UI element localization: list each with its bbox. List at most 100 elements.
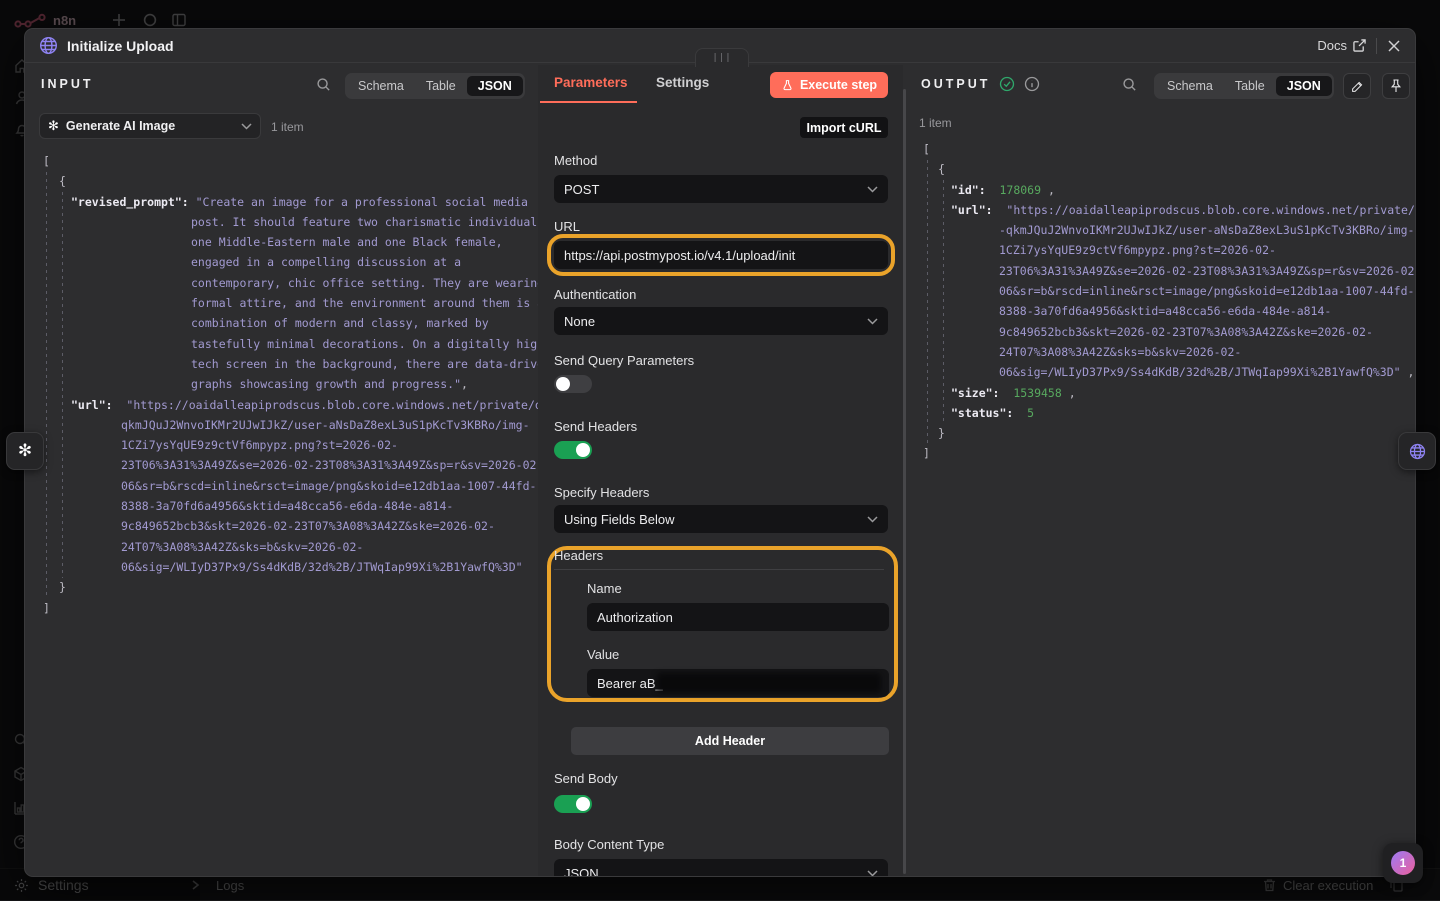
json-line: combination of modern and classy, marked… <box>25 313 538 333</box>
prev-node-openai-button[interactable]: ✻ <box>6 432 44 470</box>
tab-settings[interactable]: Settings <box>656 75 709 90</box>
json-line: -qkmJQuJ2WnvoIKMr2UJwIJkZ/user-aNsDaZ8ex… <box>903 220 1415 240</box>
json-line: graphs showcasing growth and progress.", <box>25 374 538 394</box>
import-curl-label: Import cURL <box>807 121 882 135</box>
json-line: 1CZi7ysYqUE9z9ctVf6mpypz.png?st=2026-02- <box>25 435 538 455</box>
input-panel-label: INPUT <box>41 77 94 91</box>
chevron-down-icon <box>867 186 878 193</box>
json-line: 9c849652bcb3&skt=2026-02-23T07%3A08%3A42… <box>25 516 538 536</box>
json-line: 06&sig=/WLIyD37Px9/Ss4dKdB/32d%2B/JTWqIa… <box>903 362 1415 382</box>
body-content-type-select[interactable]: JSON <box>554 859 888 876</box>
json-line: 9c849652bcb3&skt=2026-02-23T07%3A08%3A42… <box>903 322 1415 342</box>
json-line: { <box>25 171 538 191</box>
url-label: URL <box>554 219 580 234</box>
header-value-input[interactable]: Bearer aB_ <box>587 669 889 697</box>
json-line: 8388-3a70fd6a4956&sktid=a48cca56-e6da-48… <box>25 496 538 516</box>
parameters-panel: Parameters Settings Execute step Import … <box>538 65 903 876</box>
json-line: "size": 1539458 , <box>903 383 1415 403</box>
execute-step-button[interactable]: Execute step <box>770 72 888 98</box>
json-line: 1CZi7ysYqUE9z9ctVf6mpypz.png?st=2026-02- <box>903 240 1415 260</box>
input-tab-schema[interactable]: Schema <box>347 76 415 96</box>
node-count-badge: 1 <box>1391 851 1415 875</box>
json-line: [ <box>903 139 1415 159</box>
import-curl-button[interactable]: Import cURL <box>800 117 888 138</box>
node-details-modal: Initialize Upload Docs ||| INPUT Schema … <box>24 28 1416 877</box>
headers-group-label: Headers <box>554 548 603 563</box>
authentication-label: Authentication <box>554 287 636 302</box>
close-button[interactable] <box>1387 39 1401 53</box>
header-divider <box>1376 38 1377 54</box>
json-line: one Middle-Eastern male and one Black fe… <box>25 232 538 252</box>
json-line: ] <box>903 443 1415 463</box>
json-line: { <box>903 159 1415 179</box>
chevron-down-icon <box>867 318 878 325</box>
body-content-type-label: Body Content Type <box>554 837 664 852</box>
indent-guide <box>46 172 47 598</box>
specify-headers-value: Using Fields Below <box>564 512 675 527</box>
json-line: 24T07%3A08%3A42Z&sks=b&skv=2026-02- <box>903 342 1415 362</box>
json-line: } <box>25 577 538 597</box>
indent-guide <box>62 192 63 578</box>
method-select[interactable]: POST <box>554 175 888 203</box>
http-node-globe-icon <box>39 36 58 55</box>
execute-step-label: Execute step <box>800 78 877 92</box>
json-line: 06&sr=b&rscd=inline&rsct=image/png&skoid… <box>903 281 1415 301</box>
url-input[interactable]: https://api.postmypost.io/v4.1/upload/in… <box>554 241 888 269</box>
node-nav-badge-box[interactable]: 1 <box>1383 843 1423 883</box>
input-panel: INPUT Schema Table JSON ✻ Generate AI Im… <box>25 65 539 876</box>
modal-title: Initialize Upload <box>67 38 174 54</box>
output-panel: OUTPUT Schema Table JSON 1 item [{"id": … <box>903 65 1415 876</box>
output-tab-table[interactable]: Table <box>1224 76 1276 96</box>
next-node-http-button[interactable] <box>1398 432 1436 470</box>
header-value-label: Value <box>587 647 619 662</box>
json-line: } <box>903 423 1415 443</box>
send-body-label: Send Body <box>554 771 618 786</box>
send-query-parameters-label: Send Query Parameters <box>554 353 694 368</box>
json-line: 06&sig=/WLIyD37Px9/Ss4dKdB/32d%2B/JTWqIa… <box>25 557 538 577</box>
redacted-secret-blur <box>657 673 881 693</box>
json-line: "revised_prompt": "Create an image for a… <box>25 192 538 212</box>
header-name-label: Name <box>587 581 622 596</box>
toggle-knob <box>576 797 590 811</box>
authentication-select[interactable]: None <box>554 307 888 335</box>
json-line: engaged in a compelling discussion at a <box>25 252 538 272</box>
header-name-input[interactable]: Authorization <box>587 603 889 631</box>
send-query-parameters-toggle[interactable] <box>554 375 592 393</box>
info-icon[interactable] <box>1024 76 1040 92</box>
json-line: "id": 178069 , <box>903 180 1415 200</box>
input-tab-table[interactable]: Table <box>415 76 467 96</box>
json-line: tastefully minimal decorations. On a dig… <box>25 334 538 354</box>
pin-data-button[interactable] <box>1382 73 1410 99</box>
output-tab-schema[interactable]: Schema <box>1156 76 1224 96</box>
panel-drag-handle[interactable]: ||| <box>695 48 749 67</box>
toggle-knob <box>576 443 590 457</box>
json-line: ] <box>25 598 538 618</box>
headers-divider <box>554 569 884 570</box>
json-line: formal attire, and the environment aroun… <box>25 293 538 313</box>
send-headers-toggle[interactable] <box>554 441 592 459</box>
tab-parameters[interactable]: Parameters <box>554 75 628 90</box>
json-line: "url": "https://oaidalleapiprodscus.blob… <box>25 395 538 415</box>
external-link-icon <box>1353 39 1366 52</box>
input-search-icon[interactable] <box>316 77 331 92</box>
add-header-button[interactable]: Add Header <box>571 727 889 755</box>
method-value: POST <box>564 182 599 197</box>
input-tab-json[interactable]: JSON <box>467 76 523 96</box>
input-items-count: 1 item <box>271 120 304 134</box>
output-json-view: [{"id": 178069 ,"url": "https://oaidalle… <box>903 139 1415 464</box>
output-tab-json[interactable]: JSON <box>1276 76 1332 96</box>
input-node-selector[interactable]: ✻ Generate AI Image <box>39 113 261 139</box>
openai-icon: ✻ <box>48 118 59 134</box>
json-line: tech screen in the background, there are… <box>25 354 538 374</box>
active-tab-underline <box>540 101 637 103</box>
input-json-view: [{"revised_prompt": "Create an image for… <box>25 151 538 618</box>
input-node-name: Generate AI Image <box>66 119 234 133</box>
specify-headers-select[interactable]: Using Fields Below <box>554 505 888 533</box>
docs-link[interactable]: Docs <box>1317 38 1366 53</box>
output-search-icon[interactable] <box>1122 77 1137 92</box>
authentication-value: None <box>564 314 595 329</box>
json-line: "status": 5 <box>903 403 1415 423</box>
edit-output-button[interactable] <box>1343 73 1371 99</box>
grip-icon: ||| <box>712 53 731 63</box>
send-body-toggle[interactable] <box>554 795 592 813</box>
